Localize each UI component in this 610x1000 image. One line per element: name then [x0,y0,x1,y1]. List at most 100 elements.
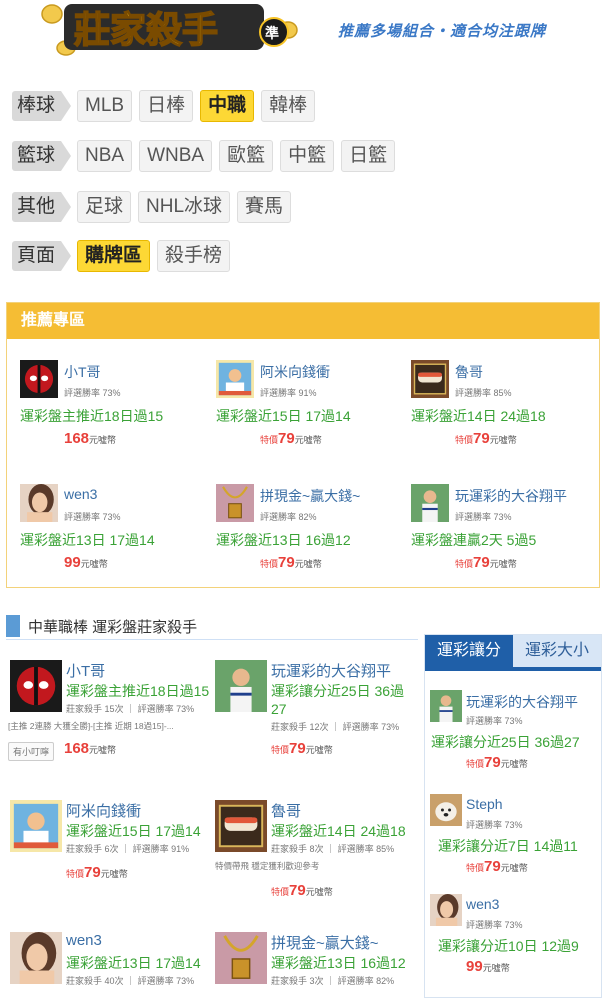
avatar[interactable] [10,660,62,712]
win-rate: 評選勝率 73% [64,386,121,399]
pick-summary[interactable]: 運彩盤主推近18日過15 [20,406,163,426]
site-logo[interactable]: 莊家殺手 準 [38,0,300,58]
avatar[interactable] [411,360,449,398]
avatar[interactable] [216,360,254,398]
win-rate: 評選勝率 91% [260,386,317,399]
tab-underline [425,667,601,671]
tipster-name[interactable]: 玩運彩的大谷翔平 [455,486,567,506]
pick-summary[interactable]: 運彩盤近13日 17過14 [20,530,155,550]
price-unit: 元噓幣 [89,435,117,445]
tipster-name[interactable]: 魯哥 [271,800,301,821]
price-value: 79 [289,740,306,757]
tipster-name[interactable]: 阿米向錢衝 [260,362,330,382]
nav-item-nba[interactable]: NBA [77,140,133,172]
pick-summary[interactable]: 運彩盤近15日 17過14 [66,822,216,840]
win-rate-label: 評選勝率 [466,920,503,930]
nav-item-sbl[interactable]: 中籃 [280,140,335,172]
nav-item-bleague[interactable]: 日籃 [341,140,396,172]
tipster-name[interactable]: 拼現金~贏大錢~ [260,486,360,506]
avatar[interactable] [20,484,58,522]
tipster-name[interactable]: 阿米向錢衝 [66,800,141,821]
price-value: 168 [64,430,90,447]
avatar[interactable] [10,800,62,852]
nav-item-npb[interactable]: 日棒 [139,90,194,122]
pick-summary[interactable]: 運彩盤近13日 16過12 [216,530,351,550]
nav-item-ranking[interactable]: 殺手榜 [157,240,231,272]
killer-count: 40次 [104,976,124,986]
avatar[interactable] [215,660,267,712]
pick-summary[interactable]: 運彩讓分近25日 36過27 [431,732,580,752]
pick-summary[interactable]: 運彩盤近14日 24過18 [271,822,419,840]
nav-head: 頁面 [12,241,72,271]
avatar[interactable] [430,794,462,826]
avatar-image [411,360,449,398]
nav-item-wnba[interactable]: WNBA [139,140,213,172]
tipster-name[interactable]: 魯哥 [455,362,483,382]
price-unit: 元噓幣 [500,759,528,769]
reminder-badge[interactable]: 有小叮嚀 [8,742,55,761]
nav-item-nhl[interactable]: NHL冰球 [138,191,231,223]
pick-summary[interactable]: 運彩盤近15日 17過14 [216,406,351,426]
nav-row-pages: 頁面 購牌區 殺手榜 [12,240,237,272]
avatar[interactable] [20,360,58,398]
sidebar-tabs: 運彩讓分 運彩大小 [425,635,601,667]
killer-label: 莊家殺手 [66,844,103,854]
price-unit: 元噓幣 [305,745,333,755]
pick-summary[interactable]: 運彩讓分近25日 36過27 [271,682,419,718]
nav-head: 其他 [12,192,72,222]
avatar[interactable] [411,484,449,522]
tipster-name[interactable]: 玩運彩的大谷翔平 [271,660,391,681]
tipster-note: 特價帶飛 穩定獲利歡迎參考 [215,861,320,871]
avatar-image [430,690,462,722]
win-rate-label: 評選勝率 [466,820,503,830]
nav-item-euro[interactable]: 歐籃 [219,140,274,172]
tipster-name[interactable]: 小T哥 [64,362,101,382]
price-unit: 元噓幣 [305,887,333,897]
section-header: 中華職棒 運彩盤莊家殺手 [6,612,418,640]
nav-item-kbo[interactable]: 韓棒 [261,90,316,122]
avatar[interactable] [216,484,254,522]
win-rate-label: 評選勝率 [342,722,379,732]
tipster-name[interactable]: Steph [466,796,503,812]
pick-summary[interactable]: 運彩盤近13日 17過14 [66,954,216,972]
logo-text: 莊家殺手 [74,9,218,51]
pick-summary[interactable]: 運彩盤近13日 16過12 [271,954,419,972]
avatar[interactable] [215,932,267,984]
tab-spread[interactable]: 運彩讓分 [425,635,513,667]
tipster-name[interactable]: 小T哥 [66,660,105,681]
price: 特價79元噓幣 [455,430,517,447]
tipster-meta: 莊家殺手 40次 ｜ 評選勝率 73% [66,976,195,986]
tipster-name[interactable]: wen3 [64,486,97,502]
avatar[interactable] [430,894,462,926]
nav-item-soccer[interactable]: 足球 [77,191,132,223]
avatar[interactable] [430,690,462,722]
price: 特價79元噓幣 [466,754,528,771]
pick-summary[interactable]: 運彩盤近14日 24過18 [411,406,546,426]
killer-label: 莊家殺手 [66,976,103,986]
pick-summary[interactable]: 運彩讓分近10日 12過9 [438,936,579,956]
pick-summary[interactable]: 運彩盤主推近18日過15 [66,682,216,700]
avatar[interactable] [10,932,62,984]
tipster-name[interactable]: wen3 [66,932,102,949]
recommend-title: 推薦專區 [7,303,599,339]
nav-item-buy[interactable]: 購牌區 [77,240,151,272]
pick-summary[interactable]: 運彩盤連贏2天 5過5 [411,530,536,550]
price-unit: 元噓幣 [294,559,322,569]
pick-summary[interactable]: 運彩讓分近7日 14過11 [438,836,578,856]
price: 168元噓幣 [64,430,116,447]
nav-item-horse[interactable]: 賽馬 [237,191,292,223]
win-rate-value: 85% [493,388,512,398]
nav-item-cpbl[interactable]: 中職 [200,90,255,122]
price: 特價79元噓幣 [66,864,128,881]
avatar-image [10,660,62,712]
win-rate-value: 91% [171,844,190,854]
tipster-name[interactable]: 玩運彩的大谷翔平 [466,692,578,712]
win-rate-label: 評選勝率 [137,976,174,986]
nav-item-mlb[interactable]: MLB [77,90,133,122]
avatar[interactable] [215,800,267,852]
tipster-name[interactable]: 拼現金~贏大錢~ [271,932,379,953]
tipster-name[interactable]: wen3 [466,896,499,912]
tab-over-under[interactable]: 運彩大小 [513,635,601,667]
win-rate-value: 91% [298,388,317,398]
win-rate-value: 73% [504,820,523,830]
